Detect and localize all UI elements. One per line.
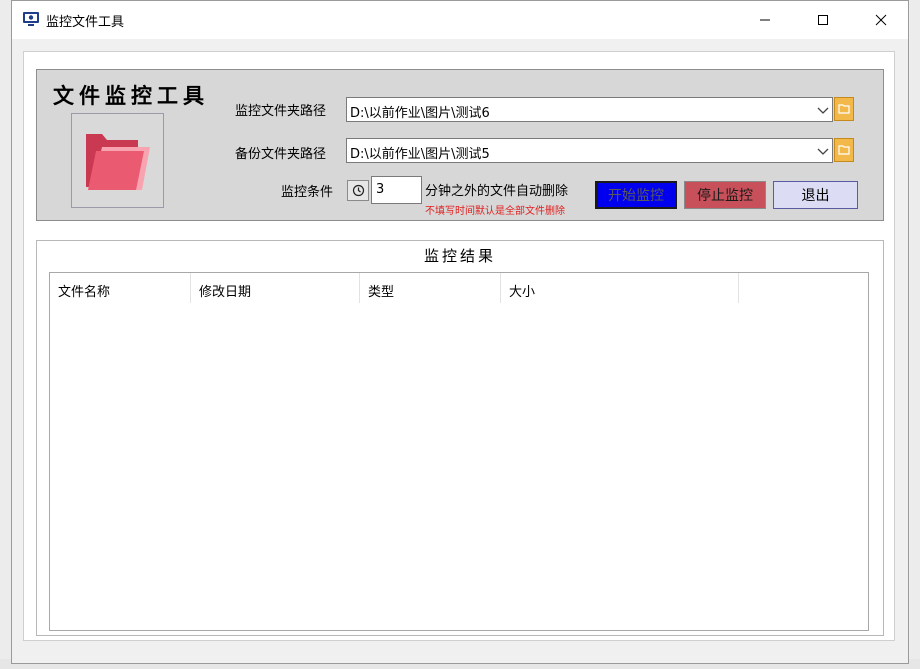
window-title: 监控文件工具 bbox=[46, 15, 125, 30]
app-window: 监控文件工具 文件监控工具 监控文件夹路径 D:\以前作业\图片\测试6 备份文… bbox=[11, 0, 909, 664]
list-header: 文件名称 修改日期 类型 大小 bbox=[50, 273, 868, 303]
backup-path-value: D:\以前作业\图片\测试5 bbox=[350, 147, 490, 162]
browse-monitor-folder-button[interactable] bbox=[834, 97, 854, 121]
folder-logo-box bbox=[71, 113, 164, 208]
minimize-button[interactable] bbox=[736, 1, 794, 39]
column-header-filename[interactable]: 文件名称 bbox=[50, 273, 191, 303]
close-button[interactable] bbox=[852, 1, 910, 39]
settings-panel: 文件监控工具 监控文件夹路径 D:\以前作业\图片\测试6 备份文件夹路径 D:… bbox=[36, 69, 884, 221]
chevron-down-icon[interactable] bbox=[816, 103, 830, 117]
monitor-path-combobox[interactable]: D:\以前作业\图片\测试6 bbox=[346, 97, 833, 122]
monitor-path-value: D:\以前作业\图片\测试6 bbox=[350, 106, 490, 121]
monitor-icon bbox=[22, 11, 40, 27]
title-bar[interactable]: 监控文件工具 bbox=[12, 1, 908, 39]
tool-title: 文件监控工具 bbox=[53, 83, 209, 108]
chevron-down-icon[interactable] bbox=[816, 144, 830, 158]
column-header-size[interactable]: 大小 bbox=[501, 273, 739, 303]
folder-icon bbox=[86, 134, 150, 190]
minutes-input[interactable]: 3 bbox=[371, 176, 422, 204]
clock-icon bbox=[352, 184, 364, 197]
folder-open-icon bbox=[838, 145, 850, 155]
browse-backup-folder-button[interactable] bbox=[834, 138, 854, 162]
results-title: 监控结果 bbox=[423, 247, 496, 265]
stop-monitor-button[interactable]: 停止监控 bbox=[684, 181, 766, 209]
folder-open-icon bbox=[838, 104, 850, 114]
condition-label: 监控条件 bbox=[281, 185, 334, 200]
monitor-path-label: 监控文件夹路径 bbox=[235, 104, 327, 119]
clock-button[interactable] bbox=[347, 180, 369, 201]
backup-path-label: 备份文件夹路径 bbox=[235, 147, 327, 162]
maximize-icon bbox=[818, 15, 828, 25]
condition-hint: 不填写时间默认是全部文件删除 bbox=[425, 206, 565, 217]
close-icon bbox=[875, 14, 887, 26]
results-list[interactable]: 文件名称 修改日期 类型 大小 bbox=[49, 272, 869, 631]
backup-path-combobox[interactable]: D:\以前作业\图片\测试5 bbox=[346, 138, 833, 163]
start-monitor-button[interactable]: 开始监控 bbox=[595, 181, 677, 209]
column-header-type[interactable]: 类型 bbox=[360, 273, 501, 303]
condition-description: 分钟之外的文件自动删除 bbox=[425, 184, 569, 199]
exit-button[interactable]: 退出 bbox=[773, 181, 858, 209]
column-header-modified[interactable]: 修改日期 bbox=[191, 273, 360, 303]
client-area: 文件监控工具 监控文件夹路径 D:\以前作业\图片\测试6 备份文件夹路径 D:… bbox=[23, 51, 895, 641]
results-panel: 监控结果 文件名称 修改日期 类型 大小 bbox=[36, 240, 884, 636]
background-right bbox=[910, 0, 920, 669]
minimize-icon bbox=[760, 19, 770, 21]
maximize-button[interactable] bbox=[794, 1, 852, 39]
